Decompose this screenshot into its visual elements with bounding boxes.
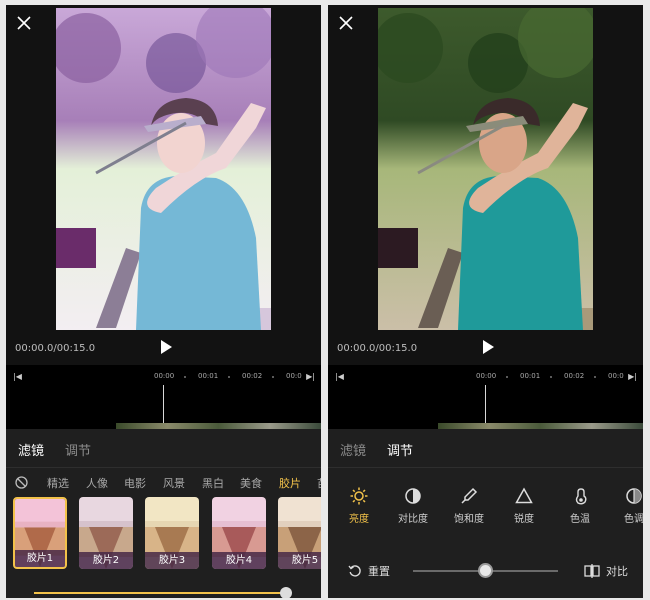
- tool-label: 锐度: [514, 514, 534, 525]
- compare-icon: [584, 564, 600, 578]
- category-landscape[interactable]: 风景: [163, 475, 185, 491]
- tick-label: 00:02: [242, 372, 263, 380]
- filter-film-4[interactable]: 胶片4: [212, 497, 266, 569]
- filter-label: 胶片3: [145, 552, 199, 569]
- tick-label: 00:0: [286, 372, 302, 380]
- category-portrait[interactable]: 人像: [86, 475, 108, 491]
- filter-label: 胶片5: [278, 552, 321, 569]
- bottom-sheet: 滤镜 调节 精选 人像 电影 风景 黑白 美食 胶片 苗 胶片1 胶片2 胶片3…: [6, 429, 321, 598]
- divider: [328, 467, 643, 468]
- adjust-screen: 00:00.0/00:15.0 |◀ 00:00 00:01 00:02 00:…: [328, 5, 643, 598]
- timeline[interactable]: |◀ 00:00 00:01 00:02 00:0 ▶|: [6, 365, 321, 429]
- filter-film-2[interactable]: 胶片2: [79, 497, 133, 569]
- tool-contrast[interactable]: 对比度: [393, 487, 433, 525]
- sun-icon: [350, 487, 368, 505]
- reset-button[interactable]: 重置: [348, 563, 390, 579]
- video-preview: [56, 8, 271, 330]
- tick-label: 00:00: [476, 372, 497, 380]
- jump-end-icon[interactable]: ▶|: [628, 372, 637, 381]
- tool-sharpness[interactable]: 锐度: [504, 487, 544, 525]
- video-preview: [378, 8, 593, 330]
- filter-film-1[interactable]: 胶片1: [13, 497, 67, 569]
- compare-label: 对比: [606, 565, 628, 578]
- jump-start-icon[interactable]: |◀: [13, 372, 22, 381]
- reset-label: 重置: [368, 565, 390, 578]
- category-film[interactable]: 胶片: [279, 475, 301, 491]
- no-filter-icon[interactable]: [15, 476, 28, 489]
- tool-label: 饱和度: [454, 514, 484, 525]
- filter-label: 胶片4: [212, 552, 266, 569]
- tick-dot: [228, 376, 230, 378]
- tick-dot: [550, 376, 552, 378]
- tick-label: 00:02: [564, 372, 585, 380]
- tone-icon: [626, 488, 642, 504]
- tool-label: 色调: [624, 514, 643, 525]
- reset-icon: [348, 565, 361, 577]
- category-movie[interactable]: 电影: [124, 475, 146, 491]
- play-icon[interactable]: [481, 340, 495, 354]
- contrast-icon: [405, 488, 421, 504]
- tick-dot: [506, 376, 508, 378]
- dropper-icon: [461, 487, 478, 504]
- category-more[interactable]: 苗: [317, 475, 321, 491]
- tool-label: 对比度: [398, 514, 428, 525]
- filter-intensity-knob[interactable]: [280, 587, 292, 598]
- close-icon[interactable]: [338, 15, 354, 31]
- tool-brightness[interactable]: 亮度: [339, 487, 379, 525]
- tab-adjust[interactable]: 调节: [387, 440, 413, 459]
- tick-label: 00:00: [154, 372, 175, 380]
- tick-dot: [594, 376, 596, 378]
- tab-filter[interactable]: 滤镜: [18, 440, 44, 459]
- filter-film-5[interactable]: 胶片5: [278, 497, 321, 569]
- tab-filter[interactable]: 滤镜: [340, 440, 366, 459]
- tool-label: 亮度: [349, 514, 369, 525]
- category-bw[interactable]: 黑白: [202, 475, 224, 491]
- jump-start-icon[interactable]: |◀: [335, 372, 344, 381]
- tick-dot: [184, 376, 186, 378]
- tick-label: 00:0: [608, 372, 624, 380]
- compare-button[interactable]: 对比: [584, 563, 628, 579]
- adjust-slider-knob[interactable]: [478, 563, 493, 578]
- filter-label: 胶片2: [79, 552, 133, 569]
- category-food[interactable]: 美食: [240, 475, 262, 491]
- filter-intensity-slider[interactable]: [34, 592, 289, 594]
- time-display: 00:00.0/00:15.0: [337, 343, 418, 354]
- timeline[interactable]: |◀ 00:00 00:01 00:02 00:0 ▶|: [328, 365, 643, 429]
- divider: [6, 467, 321, 468]
- filter-film-3[interactable]: 胶片3: [145, 497, 199, 569]
- tick-label: 00:01: [520, 372, 541, 380]
- play-icon[interactable]: [159, 340, 173, 354]
- close-icon[interactable]: [16, 15, 32, 31]
- filter-label: 胶片1: [15, 550, 65, 567]
- filter-screen: 00:00.0/00:15.0 |◀ 00:00 00:01 00:02 00:…: [6, 5, 321, 598]
- time-display: 00:00.0/00:15.0: [15, 343, 96, 354]
- tick-dot: [272, 376, 274, 378]
- bottom-sheet: 滤镜 调节 亮度 对比度 饱和度 锐度 色温 色调 重置 对比: [328, 429, 643, 598]
- triangle-icon: [515, 487, 533, 504]
- category-featured[interactable]: 精选: [47, 475, 69, 491]
- thermometer-icon: [575, 488, 587, 505]
- jump-end-icon[interactable]: ▶|: [306, 372, 315, 381]
- tool-temperature[interactable]: 色温: [560, 487, 600, 525]
- tab-adjust[interactable]: 调节: [65, 440, 91, 459]
- tick-label: 00:01: [198, 372, 219, 380]
- tool-saturation[interactable]: 饱和度: [449, 487, 489, 525]
- tool-tone[interactable]: 色调: [614, 487, 643, 525]
- tool-label: 色温: [570, 514, 590, 525]
